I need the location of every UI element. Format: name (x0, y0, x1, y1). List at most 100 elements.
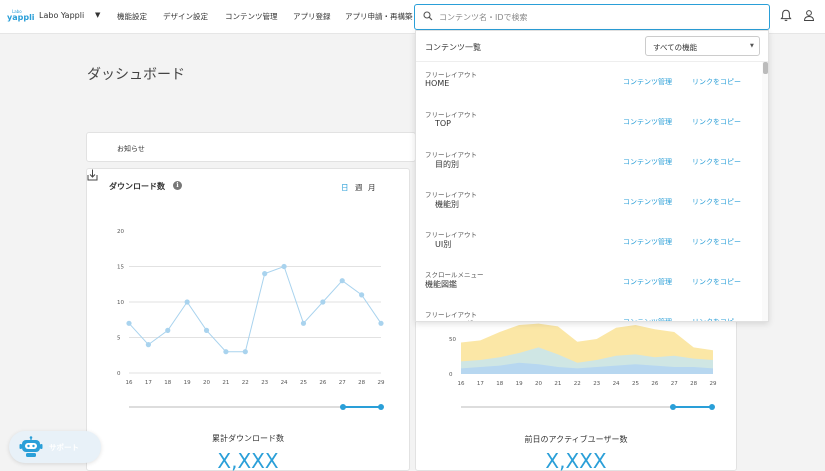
content-name: TOP (435, 119, 452, 128)
content-manage-link[interactable]: コンテンツ管理 (623, 117, 672, 127)
y-tick-label: 0 (449, 372, 453, 378)
content-type-label: スクロールメニュー (425, 271, 484, 279)
search-results-dropdown: コンテンツ一覧 すべての機能 ▼ フリーレイアウト HOME コンテンツ管理 リンクを… (415, 30, 769, 322)
nav-design-settings[interactable]: デザイン設定 (163, 11, 208, 22)
copy-link-button[interactable]: リンクをコピー (692, 77, 741, 87)
user-icon[interactable] (803, 9, 815, 22)
x-tick-label: 23 (261, 380, 268, 386)
dropdown-scrollbar[interactable] (762, 62, 768, 321)
x-tick-label: 28 (358, 380, 365, 386)
content-manage-link[interactable]: コンテンツ管理 (623, 277, 672, 287)
data-point (165, 327, 171, 333)
app-switcher-caret-icon[interactable]: ▼ (95, 11, 100, 19)
copy-link-button[interactable]: リンクをコピー (692, 237, 741, 247)
x-tick-label: 25 (632, 381, 639, 387)
y-tick-label: 0 (117, 371, 121, 377)
data-point (223, 349, 229, 355)
y-tick-label: 20 (117, 229, 124, 235)
content-name: トレーニング (425, 319, 473, 321)
content-manage-link[interactable]: コンテンツ管理 (623, 237, 672, 247)
content-manage-link[interactable]: コンテンツ管理 (623, 157, 672, 167)
content-type-label: フリーレイアウト (425, 311, 477, 319)
content-manage-link[interactable]: コンテンツ管理 (623, 317, 672, 321)
x-tick-label: 19 (184, 380, 191, 386)
range-slider-start-handle[interactable] (670, 404, 676, 410)
content-list-item[interactable]: スクロールメニュー 機能図鑑 コンテンツ管理 リンクをコピー (416, 262, 762, 302)
content-list-item[interactable]: フリーレイアウト 機能別 コンテンツ管理 リンクをコピー (416, 182, 762, 222)
x-tick-label: 16 (126, 380, 133, 386)
content-manage-link[interactable]: コンテンツ管理 (623, 197, 672, 207)
logo-text: yappli (7, 13, 35, 22)
x-tick-label: 25 (300, 380, 307, 386)
content-list-item[interactable]: フリーレイアウト HOME コンテンツ管理 リンクをコピー (416, 62, 762, 102)
x-tick-label: 19 (516, 381, 523, 387)
x-tick-label: 20 (203, 380, 210, 386)
range-slider-fill (673, 406, 713, 408)
range-slider-end-handle[interactable] (709, 404, 715, 410)
data-point (339, 278, 345, 284)
support-label: サポート (49, 443, 79, 452)
nav-app-submission[interactable]: アプリ申請・再構築 (345, 11, 413, 22)
content-name: UI別 (435, 240, 452, 249)
copy-link-button[interactable]: リンクをコピー (692, 157, 741, 167)
content-list-item[interactable]: フリーレイアウトトレーニング コンテンツ管理 リンクをコピー (416, 302, 762, 321)
y-tick-label: 50 (449, 337, 456, 343)
content-list-item[interactable]: フリーレイアウト UI別 コンテンツ管理 リンクをコピー (416, 222, 762, 262)
search-input[interactable] (439, 10, 759, 24)
x-tick-label: 24 (613, 381, 620, 387)
x-tick-label: 21 (222, 380, 229, 386)
data-point (320, 299, 326, 305)
dropdown-header: コンテンツ一覧 すべての機能 ▼ (416, 31, 768, 62)
download-count-card: ダウンロード数 i 日 週 月 0 5 10 15 20 16 17 18 19 20 21 22 23… (86, 168, 410, 471)
content-list: フリーレイアウト HOME コンテンツ管理 リンクをコピー フリーレイアウト TOP コンテ… (416, 62, 762, 321)
download-line-chart: 0 5 10 15 20 16 17 18 19 20 21 22 23 24 25 26 27 28 29 (117, 229, 385, 386)
search-box[interactable] (414, 4, 770, 30)
data-point (126, 320, 132, 326)
scrollbar-thumb[interactable] (763, 62, 768, 74)
content-list-item[interactable]: フリーレイアウト TOP コンテンツ管理 リンクをコピー (416, 102, 762, 142)
app-name[interactable]: Labo Yappli (39, 11, 84, 20)
active-users-card: 0 50 16 17 18 19 20 21 22 23 24 25 26 27 28 29 前日のアクティブ… (415, 320, 737, 471)
active-users-label: 前日のアクティブユーザー数 (524, 435, 628, 444)
copy-link-button[interactable]: リンクをコピー (692, 117, 741, 127)
cumulative-downloads-label: 累計ダウンロード数 (212, 434, 284, 443)
bell-icon[interactable] (780, 9, 792, 22)
nav-app-registration[interactable]: アプリ登録 (293, 11, 331, 22)
content-manage-link[interactable]: コンテンツ管理 (623, 77, 672, 87)
x-tick-label: 21 (554, 381, 561, 387)
yappli-logo[interactable]: Labo yappli (7, 9, 35, 23)
data-point (184, 299, 190, 305)
x-tick-label: 20 (535, 381, 542, 387)
notice-panel[interactable]: お知らせ (86, 132, 416, 162)
x-tick-label: 28 (690, 381, 697, 387)
x-tick-label: 29 (378, 380, 385, 386)
range-slider-fill (343, 406, 381, 408)
dropdown-title: コンテンツ一覧 (425, 43, 481, 52)
x-tick-label: 17 (477, 381, 484, 387)
data-point (242, 349, 248, 355)
y-tick-label: 5 (117, 336, 121, 342)
x-tick-label: 18 (164, 380, 171, 386)
range-slider-start-handle[interactable] (340, 404, 346, 410)
search-icon (423, 11, 433, 21)
content-type-label: フリーレイアウト (425, 71, 477, 79)
chevron-down-icon: ▼ (750, 43, 754, 49)
content-type-label: フリーレイアウト (425, 231, 477, 239)
content-list-item[interactable]: フリーレイアウト 目的別 コンテンツ管理 リンクをコピー (416, 142, 762, 182)
x-tick-label: 17 (145, 380, 152, 386)
nav-function-settings[interactable]: 機能設定 (117, 11, 147, 22)
copy-link-button[interactable]: リンクをコピー (692, 317, 741, 321)
copy-link-button[interactable]: リンクをコピー (692, 197, 741, 207)
cumulative-downloads-value: X,XXX (217, 449, 279, 471)
page-title: ダッシュボード (87, 67, 185, 83)
function-filter-select[interactable]: すべての機能 ▼ (645, 36, 760, 56)
content-name: 機能図鑑 (425, 280, 457, 289)
copy-link-button[interactable]: リンクをコピー (692, 277, 741, 287)
support-button[interactable]: サポート (9, 431, 101, 463)
x-tick-label: 26 (651, 381, 658, 387)
robot-icon (19, 436, 43, 457)
range-slider-end-handle[interactable] (378, 404, 384, 410)
x-tick-label: 22 (242, 380, 249, 386)
nav-content-management[interactable]: コンテンツ管理 (225, 11, 278, 22)
y-tick-label: 15 (117, 265, 124, 271)
